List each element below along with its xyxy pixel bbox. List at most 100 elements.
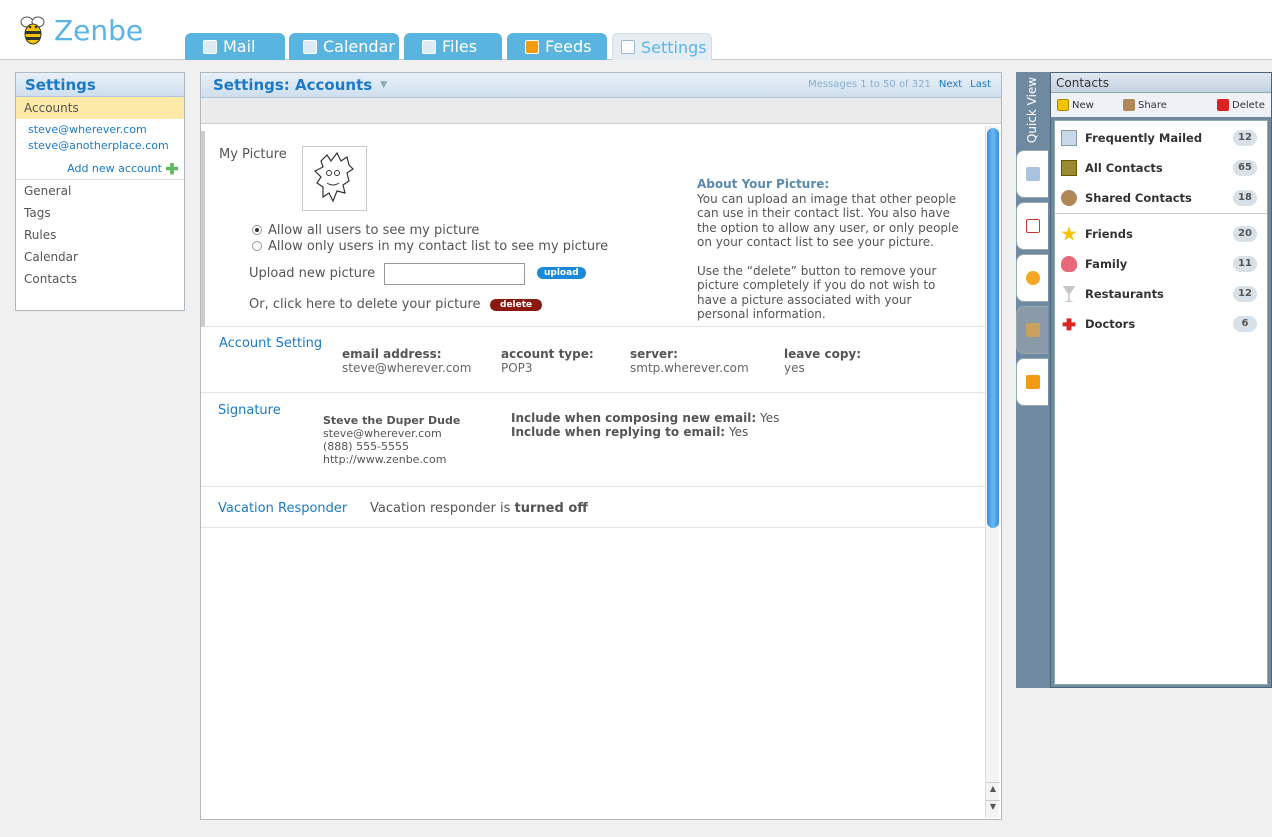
radio-allow-contacts[interactable]: Allow only users in my contact list to s…: [252, 239, 608, 254]
signature-line: (888) 555-5555: [323, 440, 410, 453]
sidebar-title: Settings: [16, 73, 184, 97]
mail-icon: [1061, 130, 1077, 146]
signature-name: Steve the Duper Dude: [323, 414, 461, 427]
contact-group-family[interactable]: Family 11: [1055, 253, 1267, 275]
share-contact-button[interactable]: Share: [1123, 99, 1167, 111]
contact-group-shared-contacts[interactable]: Shared Contacts 18: [1055, 187, 1267, 209]
tab-settings[interactable]: Settings: [612, 33, 712, 60]
star-icon: [1025, 271, 1040, 285]
address-book-icon: [1025, 323, 1040, 337]
reply-label: Include when replying to email:: [511, 425, 726, 439]
main-header: Settings: Accounts ▼ Messages 1 to 50 of…: [201, 73, 1001, 98]
add-account-button[interactable]: Add new account: [16, 162, 184, 175]
contact-group-restaurants[interactable]: Restaurants 12: [1055, 283, 1267, 305]
tab-label: Files: [442, 37, 478, 56]
delete-label: Delete: [1232, 99, 1265, 111]
app-header: Zenbe Mail Calendar Files Feeds Settings: [0, 0, 1272, 60]
field-value: steve@wherever.com: [342, 361, 472, 375]
bee-icon: [16, 13, 50, 47]
vacation-status: turned off: [514, 501, 588, 516]
sidebar-item-general[interactable]: General: [16, 180, 184, 202]
field-account-type: account type: POP3: [501, 347, 594, 375]
plus-icon: [166, 162, 178, 175]
divider: [1055, 213, 1267, 214]
address-book-icon: [1061, 160, 1077, 176]
contacts-toolbar: New Share Delete: [1051, 93, 1271, 117]
account-link[interactable]: steve@anotherplace.com: [16, 138, 184, 154]
group-count: 12: [1233, 130, 1257, 146]
group-count: 11: [1233, 256, 1257, 272]
signature-options: Include when composing new email: Yes In…: [511, 411, 779, 439]
quick-view-panel: Quick View Contacts New Share Delete Fre…: [1016, 72, 1272, 688]
star-icon: [1061, 226, 1077, 241]
tab-quick-view[interactable]: Quick View: [1016, 72, 1048, 148]
pager: Messages 1 to 50 of 321 Next Last: [808, 79, 991, 90]
contact-group-friends[interactable]: Friends 20: [1055, 223, 1267, 245]
tab-files[interactable]: Files: [404, 33, 502, 60]
sidebar-item-accounts[interactable]: Accounts: [16, 97, 184, 119]
contacts-panel: Contacts New Share Delete Frequently Mai…: [1050, 72, 1272, 688]
main-scrollbar[interactable]: ▲ ▼: [985, 126, 1000, 818]
sidebar-item-rules[interactable]: Rules: [16, 224, 184, 246]
tab-favorites-view[interactable]: [1016, 254, 1048, 302]
zenbe-logo[interactable]: Zenbe: [16, 12, 143, 48]
new-contact-button[interactable]: New: [1057, 99, 1094, 111]
document-icon: [621, 40, 635, 54]
sidebar-item-calendar[interactable]: Calendar: [16, 246, 184, 268]
delete-contact-button[interactable]: Delete: [1217, 99, 1265, 111]
tab-feeds-view[interactable]: [1016, 358, 1048, 406]
my-picture-label: My Picture: [219, 147, 287, 162]
group-count: 6: [1233, 316, 1257, 332]
page-title: Settings: Accounts: [213, 76, 373, 94]
group-name: All Contacts: [1085, 161, 1163, 175]
plus-icon: [1057, 99, 1069, 111]
contact-group-frequently-mailed[interactable]: Frequently Mailed 12: [1055, 127, 1267, 149]
mail-icon: [203, 39, 217, 54]
tab-mail-view[interactable]: [1016, 150, 1048, 198]
radio-label: Allow only users in my contact list to s…: [268, 239, 609, 254]
sidebar-item-contacts[interactable]: Contacts: [16, 268, 184, 290]
signature-section: Signature Steve the Duper Dude steve@whe…: [201, 393, 985, 487]
contact-group-doctors[interactable]: Doctors 6: [1055, 313, 1267, 335]
vacation-text: Vacation responder is turned off: [370, 501, 588, 516]
file-icon: [422, 39, 436, 54]
tab-contacts-view[interactable]: [1016, 306, 1048, 354]
field-leave-copy: leave copy: yes: [784, 347, 861, 375]
upload-label: Upload new picture: [249, 266, 376, 281]
contact-groups-list: Frequently Mailed 12 All Contacts 65 Share…: [1054, 120, 1268, 685]
settings-sidebar: Settings Accounts steve@wherever.com ste…: [15, 72, 185, 311]
vacation-section: Vacation Responder Vacation responder is…: [201, 487, 985, 528]
radio-allow-all[interactable]: Allow all users to see my picture: [252, 223, 479, 238]
delete-button[interactable]: delete: [490, 299, 543, 311]
compose-label: Include when composing new email:: [511, 411, 757, 425]
radio-button[interactable]: [252, 241, 262, 251]
chevron-down-icon[interactable]: ▼: [986, 800, 1000, 812]
group-name: Restaurants: [1085, 287, 1164, 301]
upload-file-input[interactable]: [384, 263, 525, 285]
next-link[interactable]: Next: [939, 79, 962, 90]
sidebar-item-tags[interactable]: Tags: [16, 202, 184, 224]
tab-feeds[interactable]: Feeds: [507, 33, 607, 60]
account-link[interactable]: steve@wherever.com: [16, 122, 184, 138]
contact-group-all-contacts[interactable]: All Contacts 65: [1055, 157, 1267, 179]
radio-button[interactable]: [252, 225, 262, 235]
about-title: About Your Picture:: [697, 177, 830, 191]
tab-label: Settings: [641, 37, 707, 57]
about-picture-text: About Your Picture: You can upload an im…: [697, 177, 967, 322]
glass-icon: [1062, 286, 1076, 302]
upload-button[interactable]: upload: [537, 267, 586, 279]
tab-calendar-view[interactable]: [1016, 202, 1048, 250]
field-value: yes: [784, 361, 805, 375]
tab-calendar[interactable]: Calendar: [289, 33, 399, 60]
about-paragraph: Use the “delete” button to remove your p…: [697, 263, 937, 322]
contacts-title: Contacts: [1051, 73, 1271, 93]
chevron-down-icon[interactable]: ▼: [380, 80, 387, 90]
scrollbar-thumb[interactable]: [987, 128, 999, 528]
settings-main-panel: Settings: Accounts ▼ Messages 1 to 50 of…: [200, 72, 1002, 820]
tab-mail[interactable]: Mail: [185, 33, 285, 60]
field-name: server:: [630, 347, 678, 361]
group-name: Doctors: [1085, 317, 1136, 331]
chevron-up-icon[interactable]: ▲: [986, 782, 1000, 794]
radio-label: Allow all users to see my picture: [268, 223, 480, 238]
last-link[interactable]: Last: [970, 79, 991, 90]
